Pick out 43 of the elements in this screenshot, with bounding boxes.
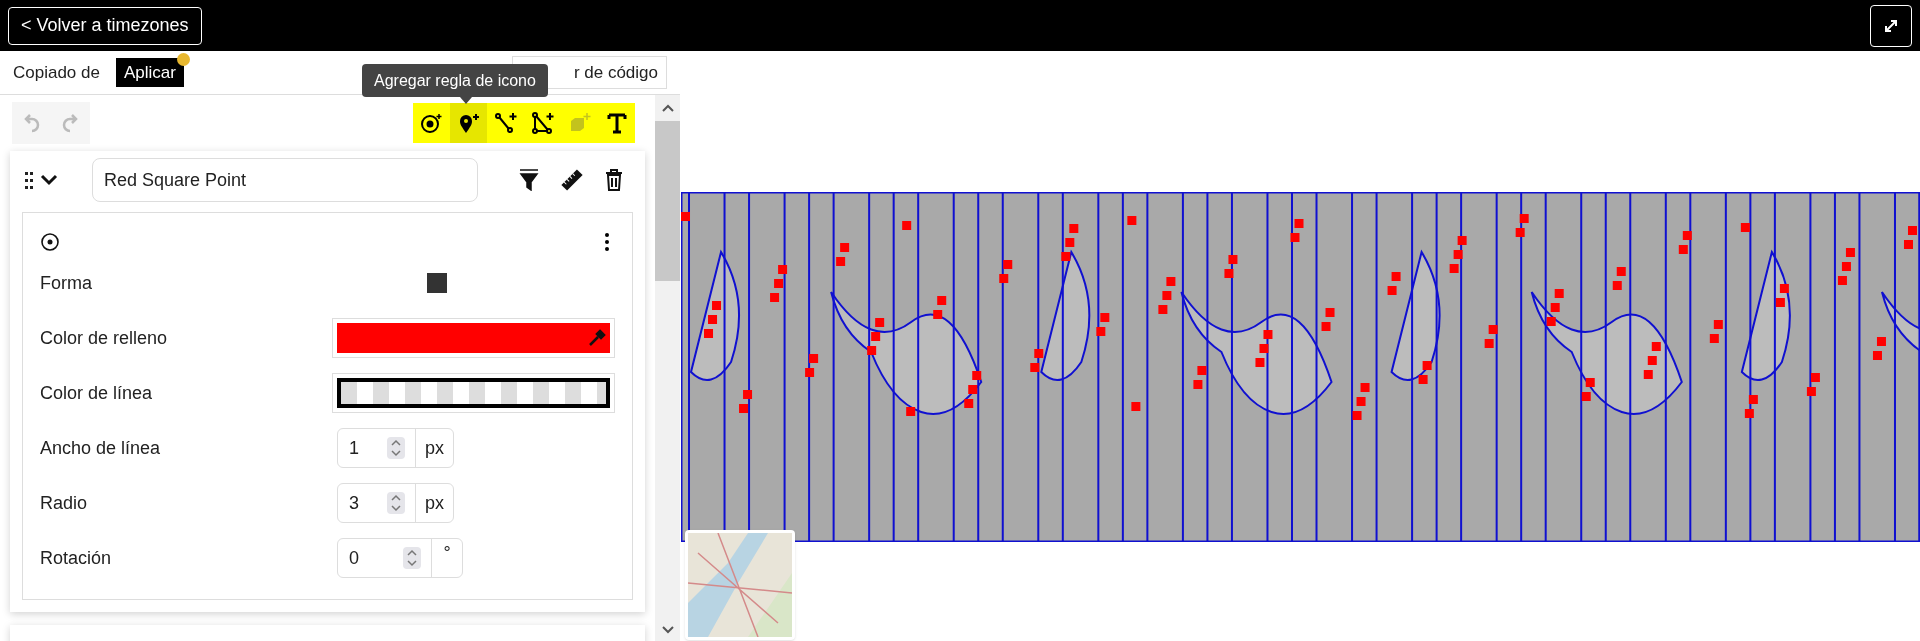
number-value: 1 <box>349 436 359 460</box>
add-rule-tool[interactable] <box>413 103 450 143</box>
eyedropper-icon <box>588 329 606 347</box>
scrollbar[interactable] <box>655 95 680 641</box>
field-label: Ancho de línea <box>40 436 162 460</box>
polygon-add-icon <box>530 111 555 135</box>
chevron-icon <box>40 174 58 186</box>
fullscreen-button[interactable] <box>1870 4 1912 47</box>
more-options-icon[interactable] <box>604 232 610 252</box>
field-label: Forma <box>40 271 93 295</box>
number-input[interactable]: 1 <box>338 429 416 467</box>
spinner-arrows-icon[interactable] <box>403 547 421 569</box>
spinner-arrows-icon[interactable] <box>387 437 405 459</box>
field-label: Rotación <box>40 546 113 570</box>
point-add-icon <box>419 111 444 135</box>
field-label: Radio <box>40 491 89 515</box>
collapse-toggle[interactable] <box>40 174 58 186</box>
unit-label: px <box>424 436 445 460</box>
filter-icon[interactable] <box>519 169 539 191</box>
add-rule-tool[interactable] <box>487 103 524 143</box>
back-button[interactable]: < Volver a timezones <box>8 6 202 45</box>
field-label: Color de línea <box>40 381 154 405</box>
scroll-down-icon[interactable] <box>660 625 675 635</box>
tooltip: Agregar regla de icono <box>362 64 548 97</box>
number-input[interactable]: 3 <box>338 484 416 522</box>
rule-name-field[interactable]: Red Square Point <box>92 158 478 202</box>
field-label: Color de relleno <box>40 326 169 350</box>
number-value: 0 <box>349 546 359 570</box>
unit-label: ° <box>442 541 452 565</box>
add-rule-tool[interactable] <box>598 103 635 143</box>
point-icon <box>40 232 60 252</box>
add-rule-tool[interactable] <box>450 103 487 143</box>
line-add-icon <box>493 111 518 135</box>
trash-icon[interactable] <box>605 169 623 191</box>
scroll-up-icon[interactable] <box>660 103 675 113</box>
copied-from-label: Copiado de <box>13 61 100 84</box>
scrollbar-thumb[interactable] <box>655 121 680 281</box>
apply-button[interactable]: Aplicar <box>115 58 184 87</box>
unit-label: px <box>424 491 445 515</box>
spinner-arrows-icon[interactable] <box>387 492 405 514</box>
drag-handle-icon[interactable] <box>24 171 34 189</box>
number-value: 3 <box>349 491 359 515</box>
number-input[interactable]: 0 <box>338 539 432 577</box>
